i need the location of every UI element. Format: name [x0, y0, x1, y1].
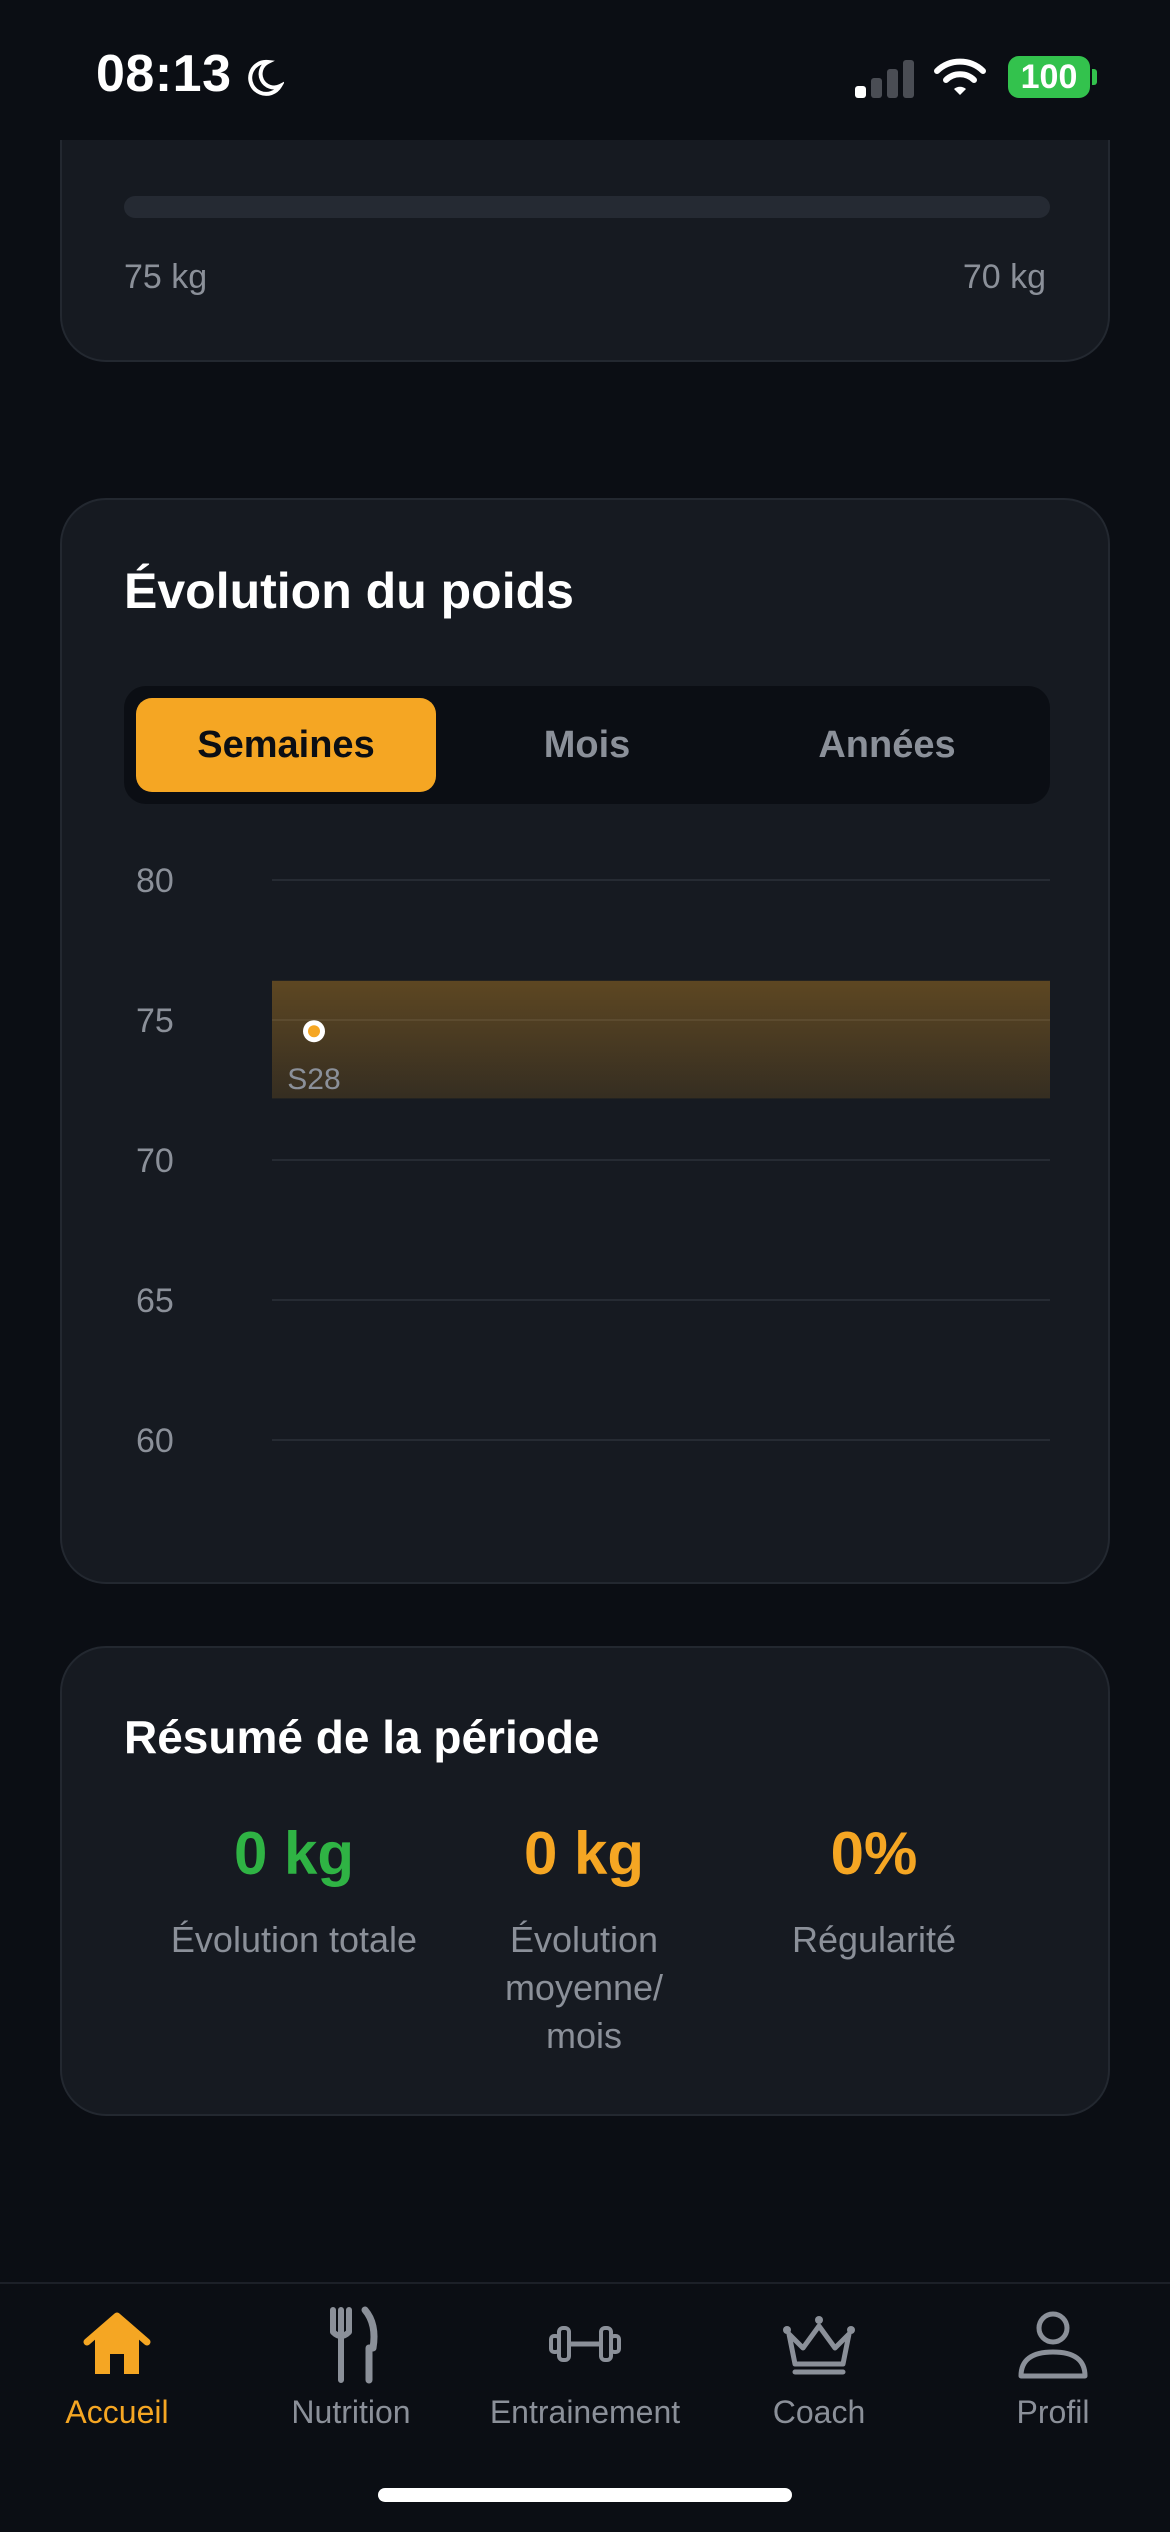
tab-profile[interactable]: Profil	[936, 2304, 1170, 2464]
goal-start-weight: 75 kg	[124, 258, 208, 296]
y-tick-label: 80	[136, 862, 174, 900]
goal-target-weight: 70 kg	[962, 258, 1046, 296]
stat-total-evolution: 0 kg Évolution totale	[154, 1818, 434, 1964]
status-time: 08:13	[96, 45, 232, 103]
tab-label: Profil	[1016, 2394, 1090, 2430]
tab-label: Nutrition	[291, 2394, 411, 2430]
y-tick-label: 65	[136, 1282, 174, 1320]
tab-nutrition[interactable]: Nutrition	[234, 2304, 468, 2464]
stat-value: 0 kg	[523, 1820, 645, 1887]
dumbbell-icon	[549, 2326, 621, 2362]
weight-chart: 80 75 70 65 60 S28	[136, 862, 1050, 1460]
home-icon	[83, 2312, 151, 2374]
segment-weeks[interactable]: Semaines	[136, 698, 436, 792]
tab-label: Coach	[772, 2394, 866, 2430]
stat-label: Évolution moyenne/ mois	[504, 1919, 664, 2056]
y-tick-label: 70	[136, 1142, 174, 1180]
fork-knife-icon	[330, 2306, 378, 2384]
period-summary-title: Résumé de la période	[124, 1711, 600, 1763]
segment-years[interactable]: Années	[737, 698, 1037, 792]
data-point	[308, 1025, 320, 1038]
battery-tip	[1092, 69, 1097, 85]
tab-label: Entrainement	[489, 2394, 681, 2430]
battery-level: 100	[1008, 56, 1090, 98]
goal-progress-bar	[124, 196, 1050, 218]
tab-label: Accueil	[65, 2394, 169, 2430]
person-icon	[1018, 2311, 1088, 2379]
weight-band	[272, 980, 1050, 1099]
y-tick-label: 60	[136, 1422, 174, 1460]
stat-regularity: 0% Régularité	[734, 1818, 1014, 1964]
period-summary-card: Résumé de la période 0 kg Évolution tota…	[60, 1646, 1110, 2116]
stat-label: Régularité	[791, 1919, 957, 1960]
weight-evolution-card: Évolution du poids Semaines Mois Années …	[60, 498, 1110, 1584]
home-indicator	[378, 2488, 792, 2502]
screen: 08:13 100 75 kg 70 kg Évolution du poids…	[0, 0, 1170, 2532]
crown-icon	[783, 2316, 855, 2375]
tab-training[interactable]: Entrainement	[468, 2304, 702, 2464]
cellular-signal-icon	[855, 58, 915, 98]
stat-value: 0%	[830, 1820, 918, 1887]
tab-coach[interactable]: Coach	[702, 2304, 936, 2464]
period-segmented-control: Semaines Mois Années	[124, 686, 1050, 804]
moon-icon	[248, 59, 284, 96]
status-bar: 08:13 100	[0, 0, 1170, 140]
y-tick-label: 75	[136, 1002, 174, 1040]
tab-home[interactable]: Accueil	[0, 2304, 234, 2464]
stat-label: Évolution totale	[170, 1919, 418, 1960]
segment-months[interactable]: Mois	[437, 698, 737, 792]
x-tick-label: S28	[287, 1063, 340, 1096]
stat-value: 0 kg	[233, 1820, 355, 1887]
weight-evolution-title: Évolution du poids	[124, 563, 574, 619]
stat-monthly-evolution: 0 kg Évolution moyenne/ mois	[444, 1818, 724, 2060]
wifi-icon	[934, 58, 986, 95]
